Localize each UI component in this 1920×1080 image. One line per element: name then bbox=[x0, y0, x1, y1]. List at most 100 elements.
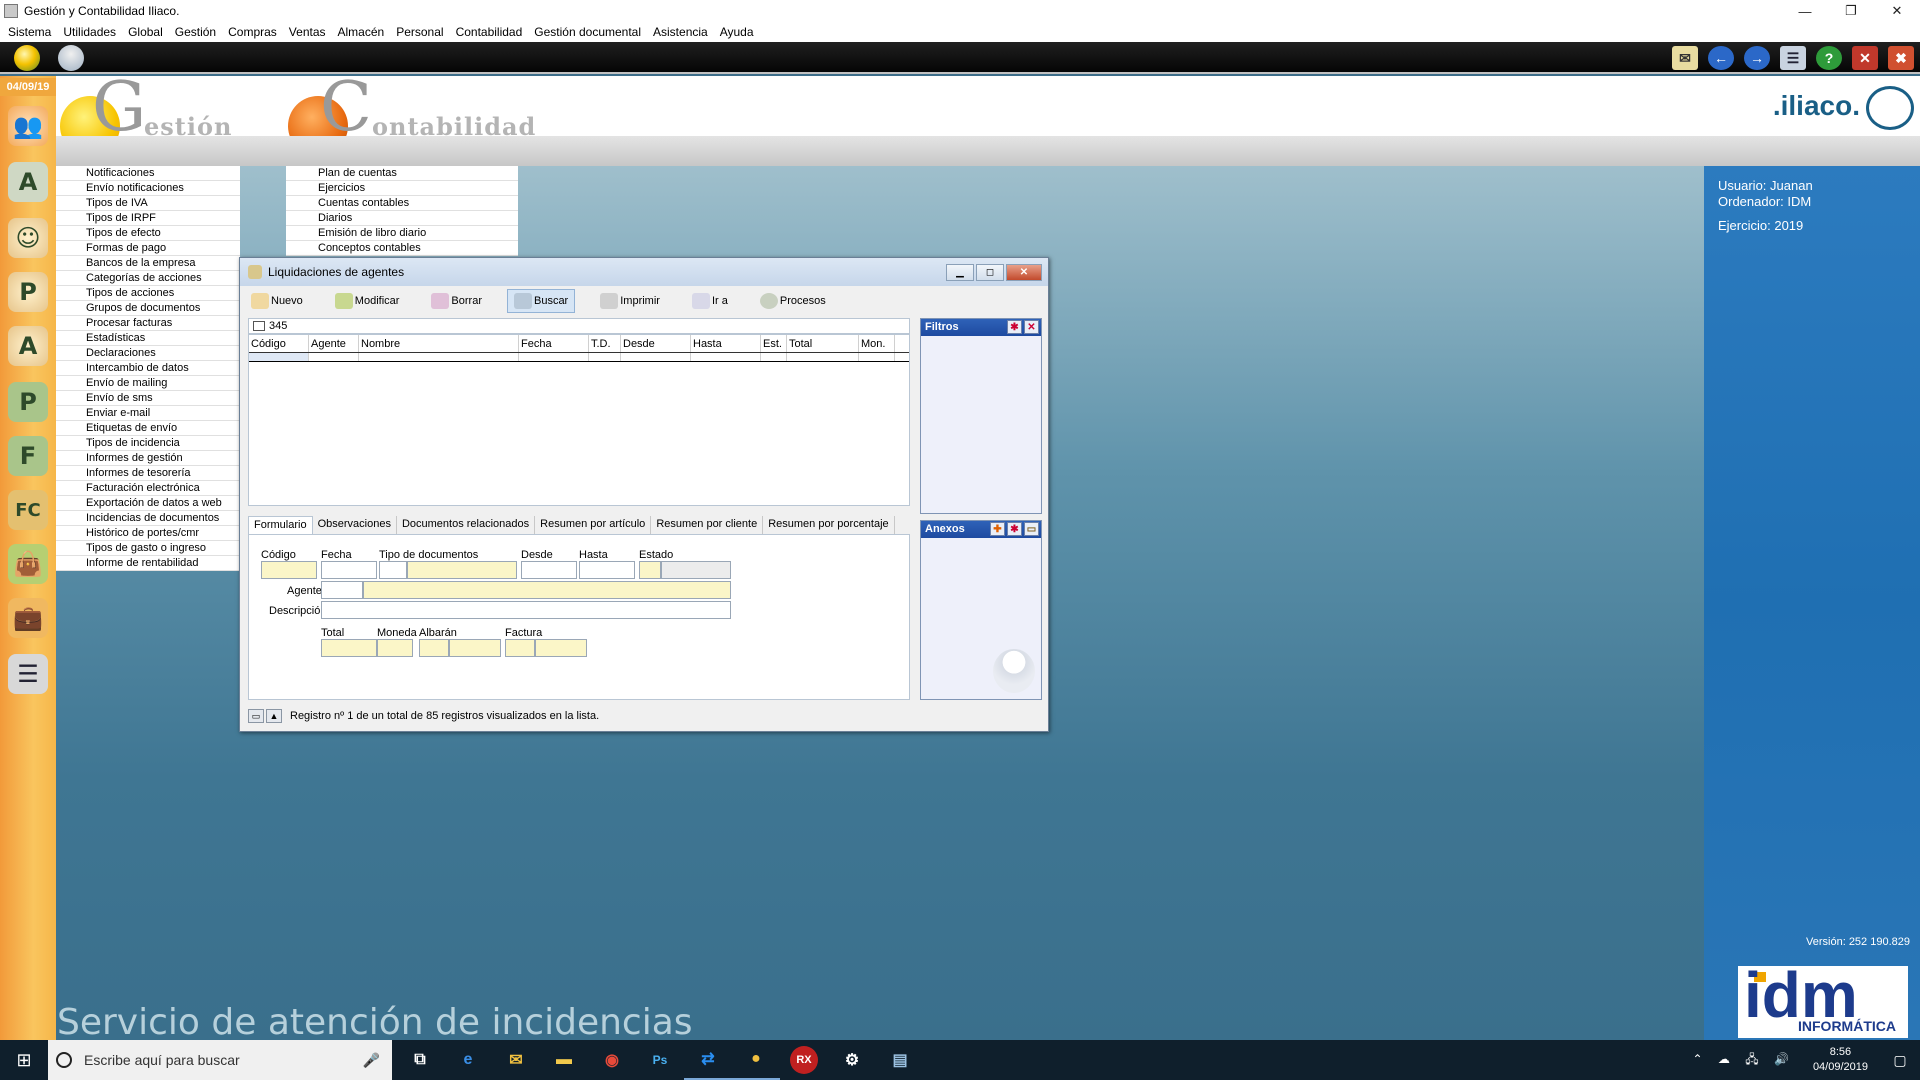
menu-item[interactable]: Tipos de incidencia bbox=[56, 436, 240, 451]
estado-code-field[interactable] bbox=[639, 561, 661, 579]
menu-gestion-documental[interactable]: Gestión documental bbox=[528, 25, 647, 39]
dialog-maximize-button[interactable]: ◻ bbox=[976, 264, 1004, 281]
tab-documentos-relacionados[interactable]: Documentos relacionados bbox=[397, 516, 536, 534]
imprimir-button[interactable]: Imprimir bbox=[593, 289, 667, 313]
ir-a-button[interactable]: Ir a bbox=[685, 289, 735, 313]
taskbar-clock[interactable]: 8:56 04/09/2019 bbox=[1801, 1045, 1880, 1075]
factura-code-field[interactable] bbox=[505, 639, 535, 657]
procesos-button[interactable]: Procesos bbox=[753, 289, 833, 313]
menu-item[interactable]: Tipos de efecto bbox=[56, 226, 240, 241]
albaran-code-field[interactable] bbox=[419, 639, 449, 657]
menu-item[interactable]: Tipos de IRPF bbox=[56, 211, 240, 226]
dialog-minimize-button[interactable]: ▁ bbox=[946, 264, 974, 281]
tab-resumen-articulo[interactable]: Resumen por artículo bbox=[535, 516, 652, 534]
total-field[interactable] bbox=[321, 639, 377, 657]
settings-gear-icon[interactable]: ⚙ bbox=[828, 1040, 876, 1080]
menu-item[interactable]: Envío de sms bbox=[56, 391, 240, 406]
factura-number-field[interactable] bbox=[535, 639, 587, 657]
back-arrow-icon[interactable]: ← bbox=[1708, 46, 1734, 70]
menu-item[interactable]: Plan de cuentas bbox=[286, 166, 518, 181]
buscar-button[interactable]: Buscar bbox=[506, 289, 576, 313]
borrar-button[interactable]: Borrar bbox=[424, 289, 489, 313]
iliaco-app-icon[interactable]: ● bbox=[732, 1040, 780, 1080]
menu-item[interactable]: Declaraciones bbox=[56, 346, 240, 361]
column-header-agente[interactable]: Agente bbox=[309, 335, 359, 352]
close-window-icon[interactable]: ✕ bbox=[1852, 46, 1878, 70]
menu-item[interactable]: Envío de mailing bbox=[56, 376, 240, 391]
menu-item[interactable]: Tipos de IVA bbox=[56, 196, 240, 211]
menu-item[interactable]: Intercambio de datos bbox=[56, 361, 240, 376]
client-user-icon[interactable]: ☺ bbox=[8, 218, 48, 258]
keyboard-toggle-icon[interactable]: ▭ bbox=[248, 709, 264, 723]
bag-green-icon[interactable]: 👜 bbox=[8, 544, 48, 584]
menu-item[interactable]: Informes de gestión bbox=[56, 451, 240, 466]
menu-item[interactable]: Tipos de acciones bbox=[56, 286, 240, 301]
menu-item[interactable]: Etiquetas de envío bbox=[56, 421, 240, 436]
close-button[interactable]: ✕ bbox=[1874, 0, 1920, 22]
add-attachment-icon[interactable]: ✚ bbox=[990, 522, 1005, 536]
briefcase-icon[interactable]: 💼 bbox=[8, 598, 48, 638]
table-row[interactable] bbox=[249, 353, 909, 362]
column-header-hasta[interactable]: Hasta bbox=[691, 335, 761, 352]
microphone-icon[interactable]: 🎤 bbox=[363, 1052, 380, 1069]
task-view-icon[interactable]: ⧉ bbox=[396, 1040, 444, 1080]
hasta-field[interactable] bbox=[579, 561, 635, 579]
menu-item[interactable]: Cuentas contables bbox=[286, 196, 518, 211]
menu-item[interactable]: Informe de rentabilidad bbox=[56, 556, 240, 571]
column-header-total[interactable]: Total bbox=[787, 335, 859, 352]
menu-sistema[interactable]: Sistema bbox=[2, 25, 57, 39]
menu-item[interactable]: Grupos de documentos bbox=[56, 301, 240, 316]
windows-list-icon[interactable]: ☰ bbox=[1780, 46, 1806, 70]
menu-global[interactable]: Global bbox=[122, 25, 169, 39]
menu-item[interactable]: Formas de pago bbox=[56, 241, 240, 256]
menu-item[interactable]: Facturación electrónica bbox=[56, 481, 240, 496]
dialog-close-button[interactable]: ✕ bbox=[1006, 264, 1042, 281]
rx-app-icon[interactable]: RX bbox=[790, 1046, 818, 1074]
moneda-field[interactable] bbox=[377, 639, 413, 657]
file-explorer-icon[interactable]: ▬ bbox=[540, 1040, 588, 1080]
menu-item[interactable]: Estadísticas bbox=[56, 331, 240, 346]
fecha-field[interactable] bbox=[321, 561, 377, 579]
attachment-config-icon[interactable]: ✱ bbox=[1007, 522, 1022, 536]
tab-resumen-porcentaje[interactable]: Resumen por porcentaje bbox=[763, 516, 895, 534]
notifications-icon[interactable]: ▢ bbox=[1880, 1052, 1920, 1069]
menu-item[interactable]: Procesar facturas bbox=[56, 316, 240, 331]
menu-item[interactable]: Tipos de gasto o ingreso bbox=[56, 541, 240, 556]
column-header-codigo[interactable]: Código bbox=[249, 335, 309, 352]
agent-user-icon[interactable]: A bbox=[8, 326, 48, 366]
column-header-est[interactable]: Est. bbox=[761, 335, 787, 352]
estado-name-field[interactable] bbox=[661, 561, 731, 579]
filter-clear-icon[interactable]: ✕ bbox=[1024, 320, 1039, 334]
codigo-field[interactable] bbox=[261, 561, 317, 579]
tray-icons[interactable]: ⌃ ☁ 🖧 🔊 bbox=[1693, 1050, 1801, 1071]
dialog-title-bar[interactable]: Liquidaciones de agentes ▁ ◻ ✕ bbox=[240, 258, 1048, 286]
agente-code-field[interactable] bbox=[321, 581, 363, 599]
windows-start-icon[interactable]: ⊞ bbox=[0, 1040, 48, 1080]
forward-arrow-icon[interactable]: → bbox=[1744, 46, 1770, 70]
provider-user-icon[interactable]: P bbox=[8, 272, 48, 312]
attachment-folder-icon[interactable]: ▭ bbox=[1024, 522, 1039, 536]
articles-box-icon[interactable]: A bbox=[8, 162, 48, 202]
descripcion-field[interactable] bbox=[321, 601, 731, 619]
user-session-icon[interactable] bbox=[58, 45, 84, 71]
column-header-fecha[interactable]: Fecha bbox=[519, 335, 589, 352]
menu-item[interactable]: Notificaciones bbox=[56, 166, 240, 181]
help-icon[interactable]: ? bbox=[1816, 46, 1842, 70]
mail-app-icon[interactable]: ✉ bbox=[492, 1040, 540, 1080]
column-header-td[interactable]: T.D. bbox=[589, 335, 621, 352]
menu-item[interactable]: Diarios bbox=[286, 211, 518, 226]
tipo-documentos-name-field[interactable] bbox=[407, 561, 517, 579]
column-header-mon[interactable]: Mon. bbox=[859, 335, 895, 352]
taskbar-search-box[interactable]: Escribe aquí para buscar 🎤 bbox=[48, 1040, 392, 1080]
nuevo-button[interactable]: Nuevo bbox=[244, 289, 310, 313]
chrome-icon[interactable]: ◉ bbox=[588, 1040, 636, 1080]
modificar-button[interactable]: Modificar bbox=[328, 289, 407, 313]
exit-icon[interactable]: ✖ bbox=[1888, 46, 1914, 70]
column-header-nombre[interactable]: Nombre bbox=[359, 335, 519, 352]
albaran-number-field[interactable] bbox=[449, 639, 501, 657]
tab-resumen-cliente[interactable]: Resumen por cliente bbox=[651, 516, 764, 534]
menu-item[interactable]: Enviar e-mail bbox=[56, 406, 240, 421]
mail-icon[interactable]: ✉ bbox=[1672, 46, 1698, 70]
minimize-button[interactable]: — bbox=[1782, 0, 1828, 22]
menu-ventas[interactable]: Ventas bbox=[283, 25, 332, 39]
